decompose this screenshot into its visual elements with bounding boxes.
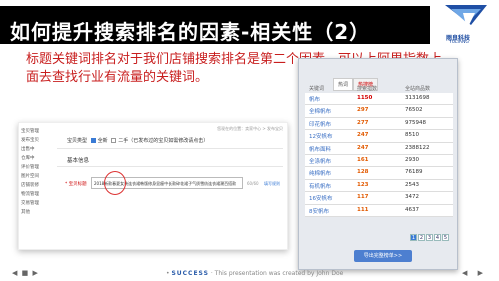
row-keyword[interactable]: 帆布 (309, 95, 320, 103)
row-index: 247 (357, 144, 369, 151)
item-type-row: 宝贝类型 全新 二手（已发布过的宝贝如需修改请点击） (67, 137, 208, 144)
tabs: 热词 热搜榜 (333, 71, 379, 91)
row-index: 277 (357, 119, 369, 126)
page-button[interactable]: 3 (426, 234, 433, 241)
sidebar-item[interactable]: 店铺装修 (21, 181, 53, 190)
header-count: 全站商品数 (405, 86, 431, 92)
basic-info-heading: 基本信息 (67, 158, 90, 164)
table-row[interactable]: 16安帆布 117 3472 (305, 192, 453, 205)
footer-text: • SUCCESS · This presentation was create… (166, 270, 344, 277)
title-label: * 宝贝标题 (65, 182, 87, 187)
row-index: 1150 (357, 95, 373, 101)
page-button[interactable]: 1 (410, 234, 417, 241)
slide: 如何提升搜索排名的因素-相关性（2） 雨良科技 YULIANG 标题关键词排名对… (0, 0, 499, 281)
divider (57, 148, 283, 149)
export-list-button[interactable]: 导出完整榜单>> (354, 250, 412, 262)
row-count: 76502 (405, 107, 423, 114)
page-button[interactable]: 4 (434, 234, 441, 241)
shop-form-screenshot: 宝贝管理 发布宝贝 出售中 仓库中 评价管理 图片空间 店铺装修 物流管理 交易… (18, 122, 288, 250)
keyword-ranking-panel: 热词 热搜榜 关键词 搜索指数 全站商品数 帆布 1150 3131698 全棉帆布 2… (298, 58, 458, 270)
row-keyword[interactable]: 帆布面料 (309, 145, 331, 153)
table-row[interactable]: 帆布 1150 3131698 (305, 93, 453, 106)
page-button[interactable]: 5 (442, 234, 449, 241)
row-index: 111 (357, 206, 369, 213)
sidebar-item[interactable]: 仓库中 (21, 154, 53, 163)
row-keyword[interactable]: 全棉帆布 (309, 107, 331, 115)
footer-credit: This presentation was created by John Do… (214, 270, 344, 277)
row-keyword[interactable]: 12安帆布 (309, 132, 333, 140)
table-row[interactable]: 有机帆布 123 2543 (305, 179, 453, 193)
footer-nav-left[interactable]: ◀ ■ ▶ (12, 269, 39, 277)
row-index: 161 (357, 156, 369, 163)
row-count: 4637 (405, 206, 419, 213)
rules-link[interactable]: 填写规则 (264, 181, 280, 187)
logo-en-text: YULIANG (449, 40, 469, 45)
row-keyword[interactable]: 8安帆布 (309, 207, 329, 215)
row-count: 975948 (405, 119, 426, 126)
header-keyword: 关键词 (309, 86, 325, 92)
divider (57, 166, 283, 167)
new-label: 全新 (97, 138, 108, 144)
sidebar-item[interactable]: 物流管理 (21, 190, 53, 199)
new-radio[interactable] (90, 138, 96, 143)
table-row[interactable]: 全涤帆布 161 2930 (305, 154, 453, 168)
footer: ◀ ■ ▶ • SUCCESS · This presentation was … (0, 267, 499, 281)
table-row[interactable]: 8安帆布 111 4637 (305, 204, 453, 217)
item-type-label: 宝贝类型 (67, 138, 88, 144)
row-index: 247 (357, 132, 369, 139)
row-count: 2930 (405, 156, 419, 163)
breadcrumb: 您现在的位置：卖家中心 > 发布宝贝 (217, 126, 283, 131)
row-count: 2543 (405, 181, 419, 188)
row-keyword[interactable]: 16安帆布 (309, 194, 333, 202)
slide-title: 如何提升搜索排名的因素-相关性（2） (10, 20, 371, 44)
second-hand-radio[interactable] (111, 138, 117, 143)
row-index: 123 (357, 181, 369, 188)
row-count: 2388122 (405, 144, 430, 151)
page-button[interactable]: 2 (418, 234, 425, 241)
row-keyword[interactable]: 纯棉帆布 (309, 169, 331, 177)
footer-nav-right[interactable]: ◀ ▶ (462, 269, 487, 277)
row-index: 297 (357, 107, 369, 114)
row-count: 76189 (405, 169, 423, 176)
table-row[interactable]: 印花帆布 277 975948 (305, 117, 453, 131)
sidebar-item[interactable]: 宝贝管理 (21, 127, 53, 136)
header-index: 搜索指数 (357, 86, 378, 92)
sidebar-item[interactable]: 交易管理 (21, 199, 53, 208)
row-count: 8510 (405, 132, 419, 139)
table-row[interactable]: 纯棉帆布 128 76189 (305, 167, 453, 180)
sidebar-item[interactable]: 图片空间 (21, 172, 53, 181)
tab-hot-words[interactable]: 热词 (333, 78, 354, 91)
row-count: 3131698 (405, 95, 430, 101)
sidebar-item[interactable]: 出售中 (21, 145, 53, 154)
row-keyword[interactable]: 印花帆布 (309, 120, 331, 128)
table-row[interactable]: 全棉帆布 297 76502 (305, 105, 453, 118)
highlight-circle (104, 171, 126, 195)
row-index: 128 (357, 169, 369, 176)
row-index: 117 (357, 194, 369, 201)
table-row[interactable]: 12安帆布 247 8510 (305, 130, 453, 143)
row-keyword[interactable]: 有机帆布 (309, 182, 331, 190)
table-row[interactable]: 帆布面料 247 2388122 (305, 142, 453, 155)
row-count: 3472 (405, 194, 419, 201)
title-bar: 如何提升搜索排名的因素-相关性（2） (0, 6, 430, 44)
sidebar-item[interactable]: 评价管理 (21, 163, 53, 172)
pagination: 12345 (409, 234, 449, 241)
sidebar-item[interactable]: 其他 (21, 208, 53, 217)
footer-brand: SUCCESS (171, 270, 209, 277)
table-body: 帆布 1150 3131698 全棉帆布 297 76502 印花帆布 277 975948… (305, 93, 453, 217)
sidebar-item[interactable]: 发布宝贝 (21, 136, 53, 145)
char-count: 60/60 (247, 181, 259, 186)
sidebar: 宝贝管理 发布宝贝 出售中 仓库中 评价管理 图片空间 店铺装修 物流管理 交易… (21, 127, 53, 245)
row-keyword[interactable]: 全涤帆布 (309, 157, 331, 165)
second-hand-label: 二手（已发布过的宝贝如需修改请点击） (118, 138, 209, 144)
